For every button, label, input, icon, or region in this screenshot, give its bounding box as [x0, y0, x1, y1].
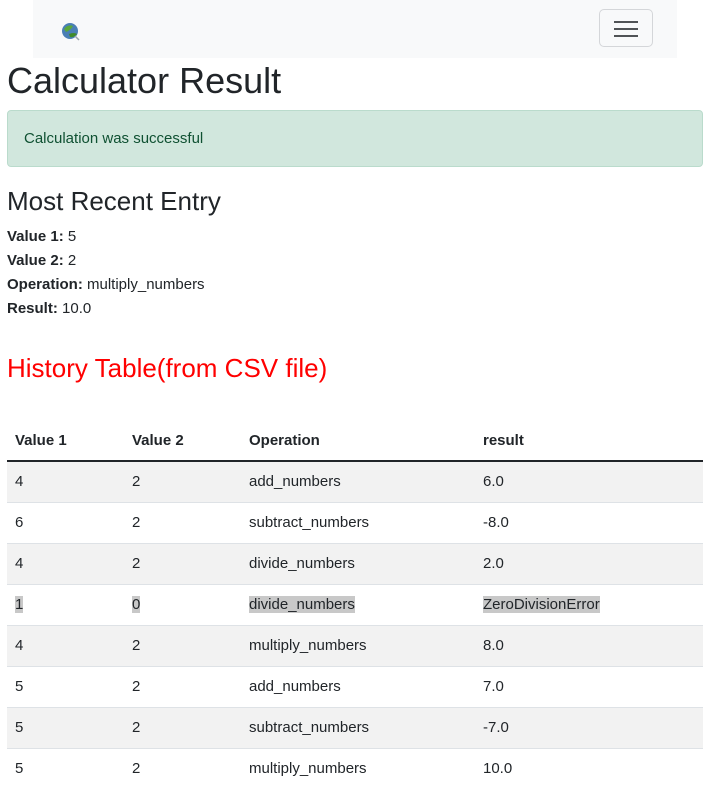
table-row: 5 2 add_numbers 7.0: [7, 665, 703, 707]
value1-value: 5: [67, 228, 77, 245]
history-heading: History Table(from CSV file): [7, 353, 328, 383]
table-cell: 5: [7, 706, 124, 748]
value2-value: 2: [67, 252, 77, 269]
selected-text: ZeroDivisionError: [483, 596, 600, 613]
recent-result: Result: 10.0: [7, 299, 91, 319]
table-cell: add_numbers: [241, 665, 475, 707]
globe-leaf-icon[interactable]: [59, 20, 81, 42]
table-row: 6 2 subtract_numbers -8.0: [7, 501, 703, 543]
recent-entry-heading: Most Recent Entry: [7, 186, 221, 216]
table-cell: -8.0: [475, 501, 703, 543]
page-title: Calculator Result: [7, 60, 282, 101]
table-cell: 2: [124, 501, 241, 543]
result-value: 10.0: [62, 300, 92, 317]
table-row: 4 2 add_numbers 6.0: [7, 460, 703, 502]
result-label: Result:: [7, 300, 58, 317]
table-cell: 5: [7, 747, 124, 789]
value2-label: Value 2:: [7, 252, 64, 269]
table-cell: 2: [124, 460, 241, 502]
table-cell: 1: [7, 583, 124, 625]
table-cell: 2: [124, 624, 241, 666]
table-cell: 5: [7, 665, 124, 707]
selected-text: 0: [132, 596, 141, 613]
table-cell: 6.0: [475, 460, 703, 502]
table-cell: 4: [7, 460, 124, 502]
table-cell: 2.0: [475, 542, 703, 584]
table-row: 5 2 subtract_numbers -7.0: [7, 706, 703, 748]
table-cell: 0: [124, 583, 241, 625]
table-cell: 2: [124, 706, 241, 748]
table-cell: divide_numbers: [241, 583, 475, 625]
table-header-row: Value 1 Value 2 Operation result: [7, 421, 703, 462]
table-cell: subtract_numbers: [241, 501, 475, 543]
column-header: result: [475, 421, 703, 462]
hamburger-menu-button[interactable]: [599, 9, 653, 47]
table-cell: 7.0: [475, 665, 703, 707]
table-cell: ZeroDivisionError: [475, 583, 703, 625]
success-alert: Calculation was successful: [7, 110, 703, 167]
selected-text: 1: [15, 596, 24, 613]
operation-value: multiply_numbers: [87, 276, 205, 293]
table-cell: multiply_numbers: [241, 747, 475, 789]
table-row: 4 2 multiply_numbers 8.0: [7, 624, 703, 666]
table-cell: add_numbers: [241, 460, 475, 502]
table-cell: 2: [124, 747, 241, 789]
table-cell: 2: [124, 665, 241, 707]
alert-message: Calculation was successful: [24, 130, 204, 147]
recent-value2: Value 2: 2: [7, 251, 76, 271]
recent-value1: Value 1: 5: [7, 227, 76, 247]
table-cell: -7.0: [475, 706, 703, 748]
value1-label: Value 1:: [7, 228, 64, 245]
table-cell: 6: [7, 501, 124, 543]
table-cell: divide_numbers: [241, 542, 475, 584]
history-table: Value 1 Value 2 Operation result 4 2 add…: [7, 421, 703, 789]
recent-operation: Operation: multiply_numbers: [7, 275, 205, 295]
column-header: Operation: [241, 421, 475, 462]
selected-text: divide_numbers: [249, 596, 355, 613]
table-cell: multiply_numbers: [241, 624, 475, 666]
table-row-selected: 1 0 divide_numbers ZeroDivisionError: [7, 583, 703, 625]
navbar: [33, 0, 677, 58]
table-cell: 4: [7, 542, 124, 584]
operation-label: Operation:: [7, 276, 83, 293]
table-cell: subtract_numbers: [241, 706, 475, 748]
table-row: 4 2 divide_numbers 2.0: [7, 542, 703, 584]
column-header: Value 2: [124, 421, 241, 462]
column-header: Value 1: [7, 421, 124, 462]
table-row: 5 2 multiply_numbers 10.0: [7, 747, 703, 789]
table-cell: 8.0: [475, 624, 703, 666]
table-cell: 10.0: [475, 747, 703, 789]
table-cell: 4: [7, 624, 124, 666]
table-cell: 2: [124, 542, 241, 584]
